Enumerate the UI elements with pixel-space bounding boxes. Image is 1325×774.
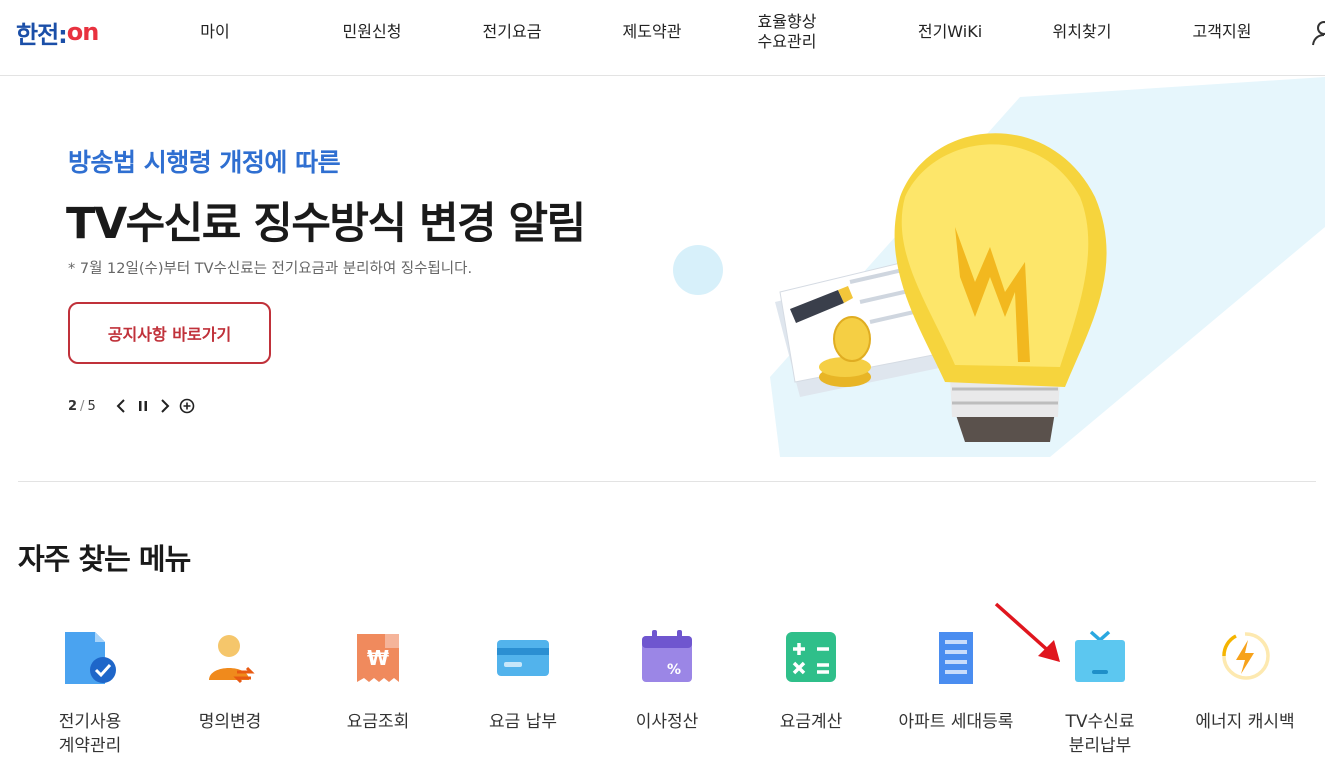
menu-label: 요금 납부 <box>489 712 557 732</box>
nav-label: 민원신청 <box>342 22 402 41</box>
prev-slide-button[interactable] <box>110 396 132 416</box>
slide-total: 5 <box>87 398 96 414</box>
pause-slide-button[interactable] <box>132 396 154 416</box>
person-change-icon <box>209 635 255 684</box>
nav-terms[interactable]: 제도약관 <box>610 0 694 64</box>
nav-my[interactable]: 마이 <box>185 0 245 64</box>
menu-contract-management[interactable]: 전기사용 계약관리 <box>20 622 160 772</box>
red-arrow-annotation <box>994 602 1060 662</box>
slide-current: 2 <box>68 398 78 414</box>
view-all-slides-button[interactable] <box>176 396 198 416</box>
nav-label: 위치찾기 <box>1052 22 1112 41</box>
kepco-on-logo[interactable]: 한전: on <box>16 17 100 49</box>
top-header: 한전: on 마이 민원신청 전기요금 제도약관 효율향상 수요관리 전기WiKi… <box>0 0 1325 76</box>
logo-text-on: on <box>66 18 100 46</box>
notice-shortcut-button[interactable]: 공지사항 바로가기 <box>68 302 271 364</box>
menu-label: 명의변경 <box>198 712 262 732</box>
nav-efficiency[interactable]: 효율향상 수요관리 <box>745 0 829 64</box>
menu-label: 아파트 세대등록 <box>898 712 1014 732</box>
pause-icon <box>138 401 147 411</box>
section-divider <box>18 481 1316 482</box>
nav-label: 제도약관 <box>622 22 682 41</box>
nav-label: 전기WiKi <box>917 22 983 41</box>
menu-energy-cashback[interactable]: 에너지 캐시백 <box>1175 622 1315 772</box>
energy-bolt-icon <box>1222 632 1270 680</box>
nav-label: 고객지원 <box>1192 22 1252 41</box>
hero-banner: 방송법 시행령 개정에 따른 TV수신료 징수방식 변경 알림 * 7월 12일… <box>0 77 1325 479</box>
nav-support[interactable]: 고객지원 <box>1180 0 1264 64</box>
menu-moving-settlement[interactable]: % 이사정산 <box>597 622 737 772</box>
contract-doc-icon <box>65 632 116 684</box>
tv-icon <box>1075 630 1125 682</box>
chevron-left-icon <box>116 399 125 413</box>
nav-wiki[interactable]: 전기WiKi <box>905 0 995 64</box>
menu-label: TV수신료 분리납부 <box>1065 712 1135 756</box>
nav-label: 효율향상 수요관리 <box>757 12 817 51</box>
hero-title: TV수신료 징수방식 변경 알림 <box>66 199 586 249</box>
menu-name-change[interactable]: 명의변경 <box>160 622 300 772</box>
card-icon <box>497 640 549 676</box>
calculator-icon <box>786 632 836 682</box>
lightbulb-illustration <box>673 77 1325 457</box>
menu-label: 이사정산 <box>635 712 699 732</box>
chevron-right-icon <box>161 399 170 413</box>
menu-bill-calculation[interactable]: 요금계산 <box>741 622 881 772</box>
svg-text:₩: ₩ <box>367 646 389 670</box>
menu-label: 요금조회 <box>346 712 410 732</box>
calendar-percent-icon: % <box>642 630 692 682</box>
frequent-menu-title: 자주 찾는 메뉴 <box>18 542 191 576</box>
menu-label: 요금계산 <box>779 712 843 732</box>
nav-label: 마이 <box>200 22 230 41</box>
menu-bill-inquiry[interactable]: ₩ 요금조회 <box>308 622 448 772</box>
bill-won-icon: ₩ <box>357 634 399 682</box>
slider-controls: 2 / 5 <box>68 396 198 416</box>
user-icon[interactable] <box>1312 20 1325 46</box>
nav-civil-request[interactable]: 민원신청 <box>330 0 414 64</box>
plus-circle-icon <box>179 398 195 414</box>
next-slide-button[interactable] <box>154 396 176 416</box>
svg-text:%: % <box>667 662 681 678</box>
nav-label: 전기요금 <box>482 22 542 41</box>
menu-label: 에너지 캐시백 <box>1195 712 1295 732</box>
menu-label: 전기사용 계약관리 <box>58 712 122 756</box>
hero-note: * 7월 12일(수)부터 TV수신료는 전기요금과 분리하여 징수됩니다. <box>68 261 473 277</box>
nav-electric-bill[interactable]: 전기요금 <box>470 0 554 64</box>
logo-text: 한전: <box>16 20 68 49</box>
menu-bill-payment[interactable]: 요금 납부 <box>453 622 593 772</box>
nav-location[interactable]: 위치찾기 <box>1040 0 1124 64</box>
slide-separator: / <box>80 398 85 414</box>
hero-subtitle: 방송법 시행령 개정에 따른 <box>68 148 341 177</box>
apartment-icon <box>939 632 973 684</box>
